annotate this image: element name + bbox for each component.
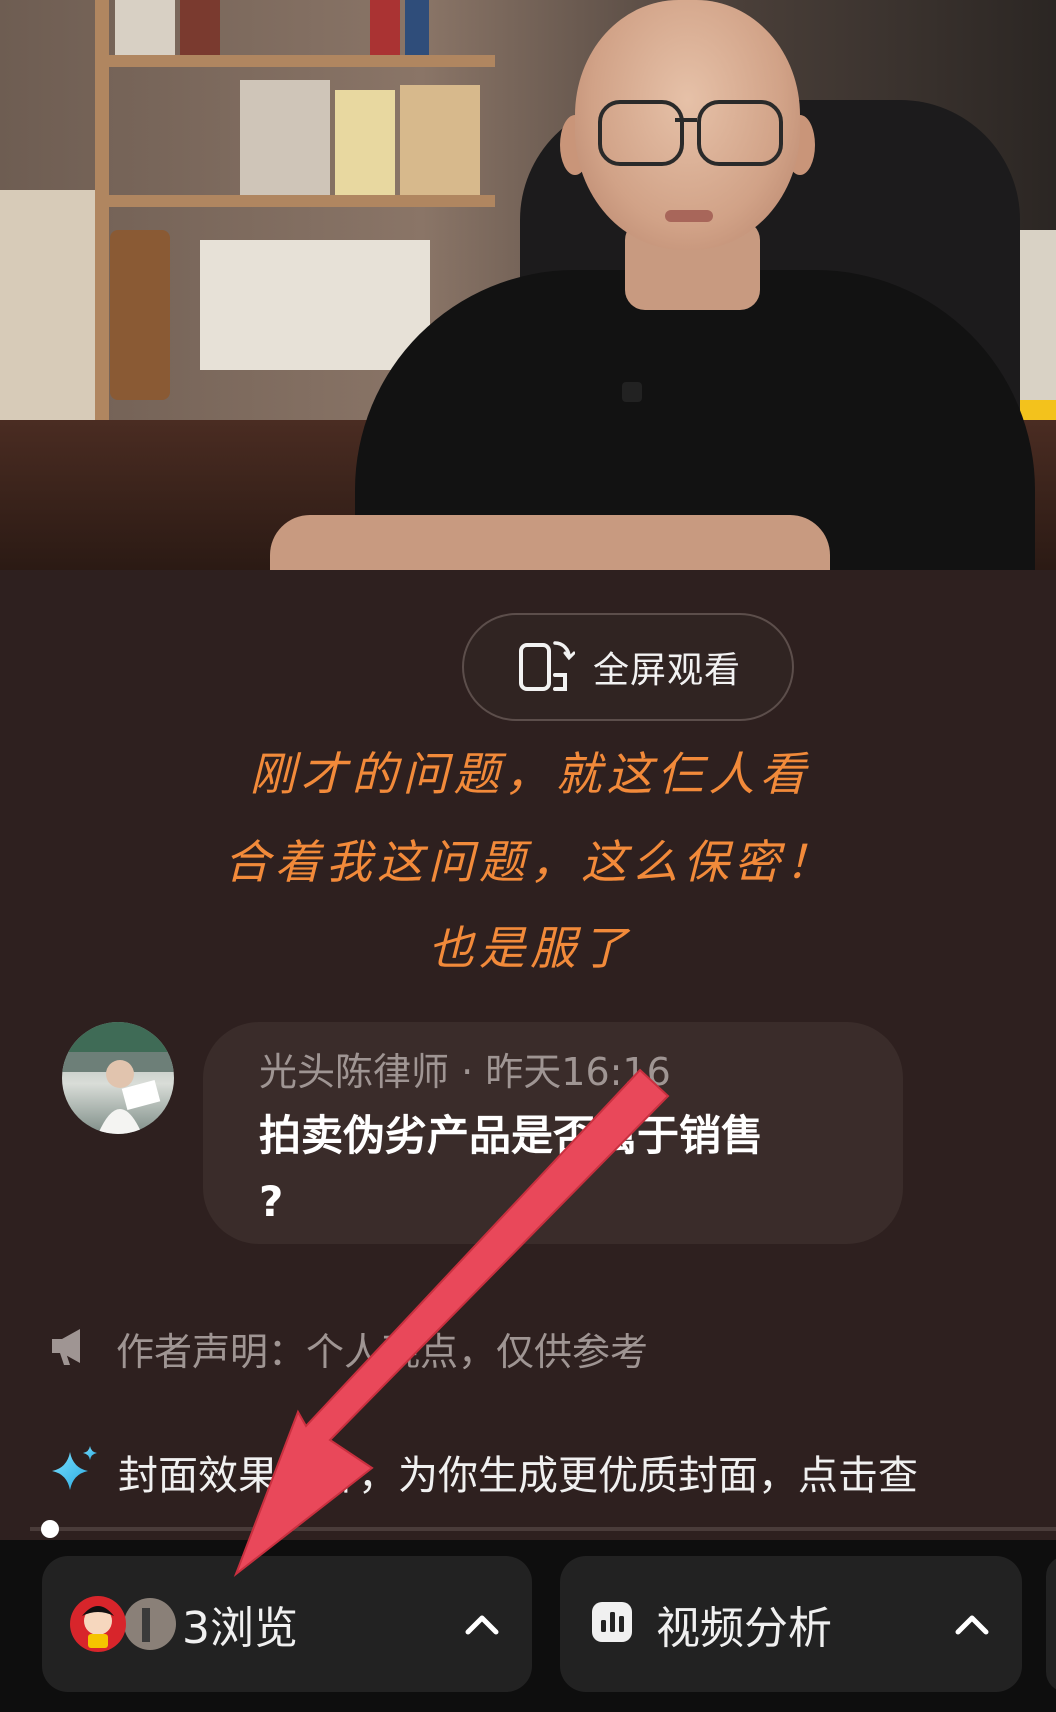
glasses-bridge	[675, 118, 697, 122]
cover-tip-text: 封面效果提升，为你生成更优质封面，点击查	[118, 1453, 918, 1499]
progress-knob[interactable]	[41, 1520, 59, 1538]
video-player[interactable]	[0, 0, 1056, 570]
analysis-label: 视频分析	[656, 1603, 832, 1654]
post-bubble[interactable]: 光头陈律师 · 昨天16:16 拍卖伪劣产品是否属于销售 ?	[203, 1022, 903, 1244]
glasses-lens	[598, 100, 684, 166]
person-arms	[270, 515, 830, 570]
author-name[interactable]: 光头陈律师	[259, 1050, 449, 1094]
book-stack	[0, 190, 95, 430]
post-time: 昨天16:16	[485, 1050, 671, 1094]
statement-text: 作者声明：个人观点，仅供参考	[116, 1329, 649, 1374]
video-analysis-button[interactable]: 视频分析	[560, 1556, 1022, 1692]
cover-suggestion-banner[interactable]: 封面效果提升，为你生成更优质封面，点击查	[48, 1440, 1056, 1504]
bottom-bar: 3浏览 视频分析	[0, 1540, 1056, 1712]
analytics-icon	[590, 1600, 634, 1648]
brush-pot	[110, 230, 170, 400]
meta-separator: ·	[449, 1050, 486, 1094]
shelf-board	[95, 195, 495, 207]
viewer-avatars	[68, 1594, 178, 1654]
book	[200, 240, 430, 370]
glasses-lens	[697, 100, 783, 166]
post-text: 拍卖伪劣产品是否属于销售 ?	[259, 1103, 847, 1235]
book	[400, 85, 480, 195]
post-meta: 光头陈律师 · 昨天16:16	[259, 1047, 847, 1097]
shelf-board	[95, 55, 495, 67]
fullscreen-button[interactable]: 全屏观看	[462, 613, 794, 721]
rotate-screen-icon	[515, 637, 576, 697]
caption-line-1: 刚才的问题，就这仨人看	[249, 747, 811, 801]
chevron-up-icon	[952, 1604, 992, 1648]
person-mouth	[665, 210, 713, 222]
book	[240, 80, 330, 195]
book	[405, 0, 429, 55]
post-text-line-1: 拍卖伪劣产品是否属于销售	[259, 1111, 764, 1160]
avatar-image	[62, 1022, 174, 1134]
post-text-line-2: ?	[259, 1177, 284, 1226]
views-button[interactable]: 3浏览	[42, 1556, 532, 1692]
fullscreen-label: 全屏观看	[592, 650, 741, 691]
book	[115, 0, 175, 55]
caption-line-2: 合着我这问题，这么保密！	[224, 835, 836, 889]
video-progress-bar[interactable]	[30, 1520, 1056, 1538]
book	[180, 0, 220, 55]
sparkle-icon	[48, 1444, 100, 1500]
book	[370, 0, 400, 55]
megaphone-icon	[48, 1325, 92, 1371]
more-button-partial[interactable]	[1046, 1556, 1056, 1692]
book	[335, 90, 395, 195]
views-label: 3浏览	[182, 1603, 298, 1654]
lapel-mic	[622, 382, 642, 402]
chevron-up-icon	[462, 1604, 502, 1648]
author-avatar[interactable]	[62, 1022, 174, 1134]
author-statement: 作者声明：个人观点，仅供参考	[48, 1320, 648, 1376]
caption-line-3: 也是服了	[428, 921, 632, 975]
